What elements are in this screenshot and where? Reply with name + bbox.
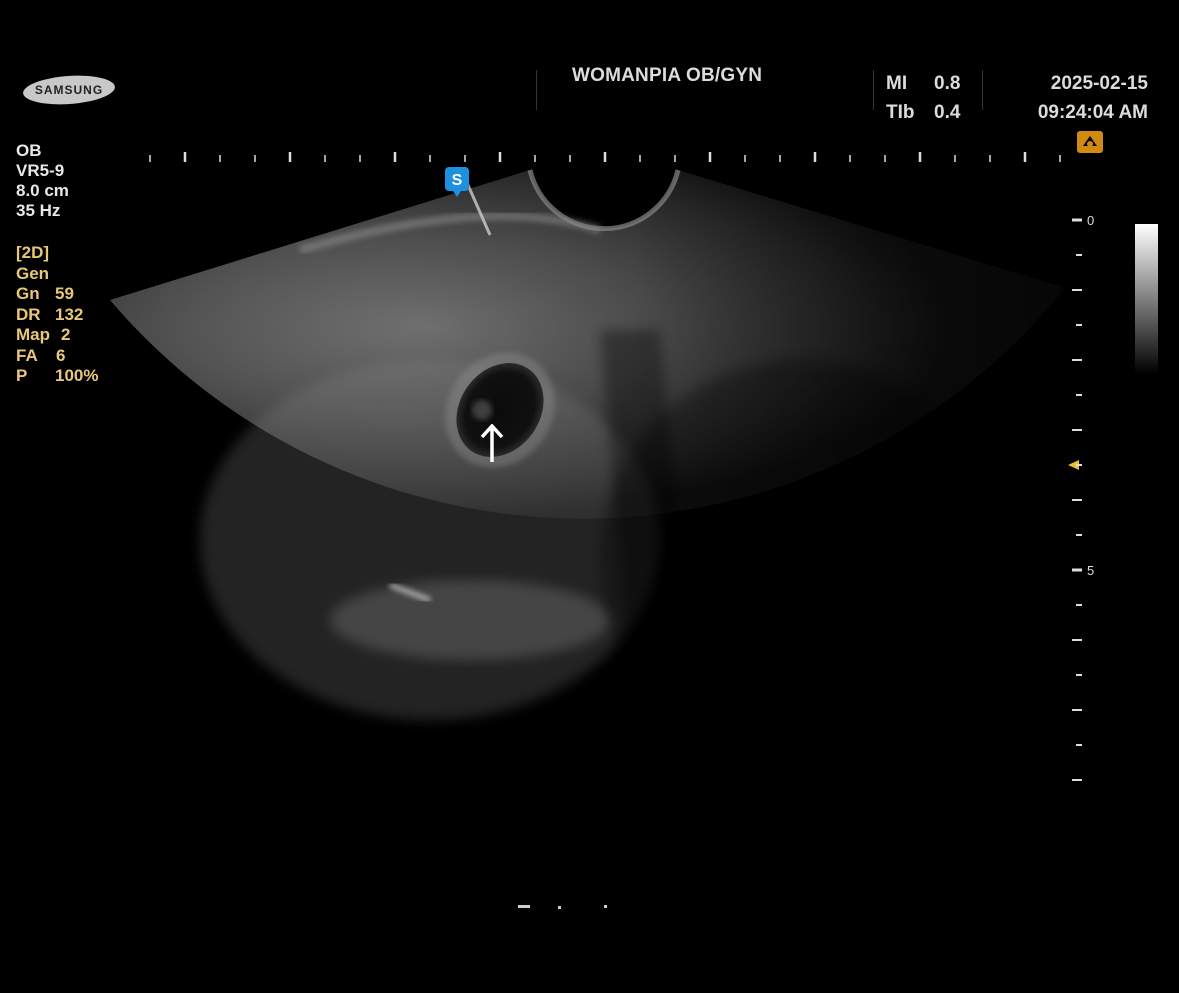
safety-indices: MI 0.8 TIb 0.4: [886, 69, 960, 127]
depth-label-5: 5: [1087, 563, 1094, 578]
fa-label: FA: [16, 345, 38, 365]
header-divider: [536, 70, 537, 110]
grayscale-bar: [1135, 224, 1158, 374]
mi-label: MI: [886, 73, 908, 94]
depth-label-0: 0: [1087, 213, 1094, 228]
dr-label: DR: [16, 304, 41, 324]
header-divider: [982, 70, 983, 110]
tib-label: TIb: [886, 102, 915, 123]
gain-value: 59: [55, 284, 74, 303]
map-label: Map: [16, 325, 50, 344]
up-arrow-icon: [480, 424, 504, 462]
mode: [2D]: [16, 243, 50, 262]
samsung-logo: SAMSUNG: [23, 75, 115, 105]
tib-value: 0.4: [934, 102, 961, 123]
power-label: P: [16, 366, 28, 385]
power-value: 100%: [55, 366, 99, 385]
map-value: 2: [61, 325, 71, 344]
gain-label: Gn: [16, 284, 40, 303]
datetime: 2025-02-15 09:24:04 AM: [1038, 69, 1148, 127]
mi-value: 0.8: [934, 73, 961, 94]
header-divider: [873, 70, 874, 110]
frame-rate: 35 Hz: [16, 201, 61, 220]
date: 2025-02-15: [1050, 73, 1148, 94]
svg-text:S: S: [452, 172, 463, 189]
time: 09:24:04 AM: [1037, 102, 1148, 123]
dr-value: 132: [55, 304, 84, 324]
fa-value: 6: [56, 345, 66, 365]
footer-mark: [518, 905, 607, 909]
orientation-marker: S: [445, 167, 469, 197]
frequency: Gen: [16, 263, 50, 283]
depth: 8.0 cm: [16, 181, 69, 200]
depth-ruler: 0 5: [1068, 213, 1094, 781]
imaging-params: [2D] Gen Gn 59 DR 132 Map 2 FA 6 P 100%: [16, 243, 98, 387]
lateral-ruler: [149, 152, 1061, 162]
svg-text:SAMSUNG: SAMSUNG: [35, 83, 103, 97]
clinic-name: WOMANPIA OB/GYN: [572, 65, 763, 86]
